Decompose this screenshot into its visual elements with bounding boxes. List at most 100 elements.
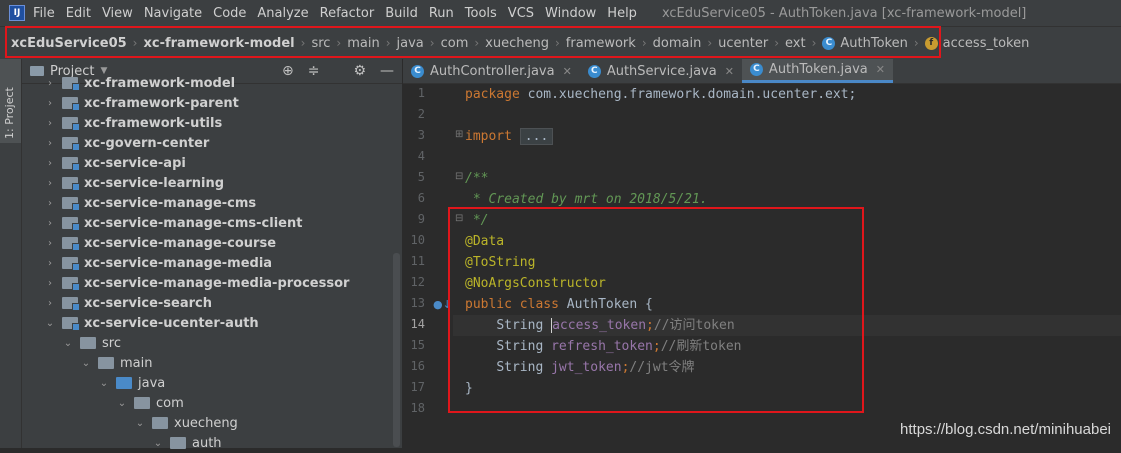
tree-item-label: java bbox=[138, 375, 166, 391]
tree-item[interactable]: › xc-service-manage-course bbox=[22, 233, 402, 253]
line-number: 10 bbox=[410, 233, 425, 247]
breadcrumb-class[interactable]: C AuthToken bbox=[822, 36, 908, 51]
folded-imports[interactable]: ... bbox=[519, 128, 554, 145]
tree-item-label: xc-service-manage-cms-client bbox=[84, 215, 303, 231]
breadcrumb-main[interactable]: main bbox=[347, 36, 379, 51]
watermark: https://blog.csdn.net/minihuabei bbox=[900, 421, 1111, 438]
code-line-9: @ToString bbox=[465, 255, 536, 270]
tree-item-label: xc-service-ucenter-auth bbox=[84, 315, 259, 331]
breadcrumb-java[interactable]: java bbox=[397, 36, 424, 51]
breadcrumb-module[interactable]: xc-framework-model bbox=[143, 36, 294, 51]
breadcrumb-framework[interactable]: framework bbox=[566, 36, 636, 51]
chevron-right-icon[interactable]: › bbox=[44, 218, 56, 229]
breadcrumb-ucenter[interactable]: ucenter bbox=[718, 36, 768, 51]
package-icon bbox=[170, 437, 186, 449]
menu-help[interactable]: Help bbox=[607, 6, 637, 21]
tree-item-label: xc-framework-model bbox=[84, 75, 236, 91]
line-number: 16 bbox=[410, 359, 425, 373]
tree-item[interactable]: › xc-govern-center bbox=[22, 133, 402, 153]
tab-auth-controller[interactable]: C AuthController.java ✕ bbox=[403, 59, 580, 83]
class-name: AuthToken { bbox=[566, 297, 653, 312]
project-tool-label[interactable]: 1: Project bbox=[3, 87, 16, 139]
chevron-right-icon[interactable]: › bbox=[44, 78, 56, 89]
tree-item[interactable]: › xc-service-search bbox=[22, 293, 402, 313]
chevron-right-icon[interactable]: › bbox=[44, 258, 56, 269]
menu-vcs[interactable]: VCS bbox=[508, 6, 534, 21]
chevron-right-icon[interactable]: › bbox=[44, 278, 56, 289]
editor-tabs: C AuthController.java ✕ C AuthService.java ✕… bbox=[403, 59, 1121, 84]
tree-item[interactable]: › xc-framework-model bbox=[22, 73, 402, 93]
fold-icon[interactable]: ⊟ bbox=[455, 213, 463, 224]
implemented-marker-icon[interactable]: ●↓ bbox=[433, 298, 452, 311]
breadcrumb-domain[interactable]: domain bbox=[653, 36, 702, 51]
tree-item[interactable]: › xc-service-learning bbox=[22, 173, 402, 193]
tree-item[interactable]: › xc-service-manage-cms bbox=[22, 193, 402, 213]
tool-window-strip: 1: Project bbox=[0, 59, 22, 448]
chevron-right-icon[interactable]: › bbox=[44, 118, 56, 129]
menu-run[interactable]: Run bbox=[429, 6, 454, 21]
tree-item[interactable]: › xc-service-api bbox=[22, 153, 402, 173]
menu-file[interactable]: File bbox=[33, 6, 55, 21]
semicolon: ; bbox=[646, 318, 654, 333]
tree-item[interactable]: › xc-service-manage-media-processor bbox=[22, 273, 402, 293]
chevron-down-icon[interactable]: ⌄ bbox=[152, 438, 164, 449]
chevron-down-icon[interactable]: ⌄ bbox=[116, 398, 128, 409]
tree-item[interactable]: › xc-service-manage-cms-client bbox=[22, 213, 402, 233]
tree-item[interactable]: ⌄ auth bbox=[22, 433, 402, 453]
fold-icon[interactable]: ⊞ bbox=[455, 129, 463, 140]
tree-scroll-thumb[interactable] bbox=[393, 253, 400, 447]
tab-auth-service[interactable]: C AuthService.java ✕ bbox=[580, 59, 742, 83]
chevron-right-icon[interactable]: › bbox=[44, 238, 56, 249]
fold-icon[interactable]: ⊟ bbox=[455, 171, 463, 182]
tree-item[interactable]: ⌄ xc-service-ucenter-auth bbox=[22, 313, 402, 333]
line-comment: //访问token bbox=[653, 318, 735, 333]
menu-build[interactable]: Build bbox=[385, 6, 418, 21]
close-icon[interactable]: ✕ bbox=[876, 63, 885, 76]
chevron-down-icon[interactable]: ⌄ bbox=[80, 358, 92, 369]
breadcrumb-ext[interactable]: ext bbox=[785, 36, 806, 51]
tree-item[interactable]: ⌄ java bbox=[22, 373, 402, 393]
breadcrumb-project[interactable]: xcEduService05 bbox=[11, 36, 127, 51]
type-name: String bbox=[496, 360, 544, 375]
tree-item[interactable]: › xc-service-manage-media bbox=[22, 253, 402, 273]
menu-view[interactable]: View bbox=[102, 6, 133, 21]
breadcrumb-xuecheng[interactable]: xuecheng bbox=[485, 36, 549, 51]
tab-auth-token[interactable]: C AuthToken.java ✕ bbox=[741, 59, 893, 83]
menu-tools[interactable]: Tools bbox=[465, 6, 497, 21]
close-icon[interactable]: ✕ bbox=[563, 65, 572, 78]
chevron-right-icon[interactable]: › bbox=[44, 178, 56, 189]
menu-refactor[interactable]: Refactor bbox=[320, 6, 375, 21]
code-content[interactable]: package com.xuecheng.framework.domain.uc… bbox=[465, 84, 1121, 448]
code-line-13: String refresh_token;//刷新token bbox=[465, 336, 741, 357]
menu-code[interactable]: Code bbox=[213, 6, 246, 21]
line-number: 13 bbox=[410, 296, 425, 310]
chevron-right-icon[interactable]: › bbox=[44, 158, 56, 169]
module-folder-icon bbox=[62, 217, 80, 231]
tree-item[interactable]: › xc-framework-utils bbox=[22, 113, 402, 133]
tree-item[interactable]: ⌄ com bbox=[22, 393, 402, 413]
chevron-right-icon[interactable]: › bbox=[44, 138, 56, 149]
chevron-right-icon[interactable]: › bbox=[44, 298, 56, 309]
chevron-down-icon[interactable]: ⌄ bbox=[98, 378, 110, 389]
chevron-right-icon[interactable]: › bbox=[44, 198, 56, 209]
tree-item[interactable]: ⌄ xuecheng bbox=[22, 413, 402, 433]
close-icon[interactable]: ✕ bbox=[725, 65, 734, 78]
breadcrumb-src[interactable]: src bbox=[311, 36, 330, 51]
tree-item[interactable]: ⌄ src bbox=[22, 333, 402, 353]
breadcrumb-field[interactable]: f access_token bbox=[924, 36, 1029, 51]
menu-window[interactable]: Window bbox=[545, 6, 596, 21]
breadcrumb-com[interactable]: com bbox=[441, 36, 469, 51]
chevron-down-icon[interactable]: ⌄ bbox=[62, 338, 74, 349]
chevron-down-icon[interactable]: ⌄ bbox=[44, 318, 56, 329]
tree-item[interactable]: › xc-framework-parent bbox=[22, 93, 402, 113]
tree-item[interactable]: ⌄ main bbox=[22, 353, 402, 373]
type-name: String bbox=[496, 318, 544, 333]
tree-scrollbar[interactable] bbox=[393, 83, 400, 447]
menu-navigate[interactable]: Navigate bbox=[144, 6, 202, 21]
menu-analyze[interactable]: Analyze bbox=[257, 6, 308, 21]
chevron-down-icon[interactable]: ⌄ bbox=[134, 418, 146, 429]
menu-edit[interactable]: Edit bbox=[66, 6, 91, 21]
chevron-right-icon[interactable]: › bbox=[44, 98, 56, 109]
type-name: String bbox=[496, 339, 544, 354]
tree-item-label: com bbox=[156, 395, 184, 411]
